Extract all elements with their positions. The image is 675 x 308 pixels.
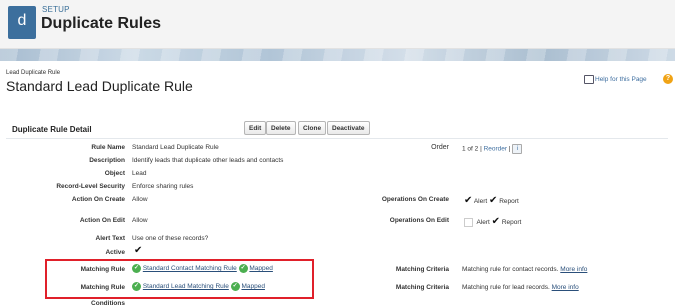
alert-text-label: Alert Text [95,235,126,242]
alert-unchecked-icon [464,217,473,227]
matching-criteria-value: Matching rule for contact records. More … [462,266,587,273]
order-position: 1 of 2 | [462,145,482,153]
section-title: Duplicate Rule Detail [12,125,92,134]
order-label: Order [431,144,449,151]
matching-criteria-value: Matching rule for lead records. More inf… [462,284,579,291]
report-option-label: Report [501,219,522,226]
conditions-label: Conditions [91,300,125,307]
section-divider [6,138,668,139]
rule-name-value: Standard Lead Duplicate Rule [132,144,219,151]
matching-rules-highlight [45,259,314,299]
record-level-security-value: Enforce sharing rules [132,183,194,190]
report-checkmark-icon: ✔ [491,216,501,227]
operations-on-create-value: ✔ Alert ✔ Report [464,195,519,206]
setup-label: SETUP [42,5,70,14]
report-checkmark-icon: ✔ [489,195,498,206]
action-on-edit-value: Allow [132,217,148,224]
matching-criteria-label: Matching Criteria [395,284,449,291]
delete-button[interactable]: Delete [266,121,296,135]
report-option-label: Report [499,198,519,205]
active-label: Active [105,249,125,256]
more-info-link[interactable]: More info [560,266,587,273]
printer-icon[interactable] [584,75,594,84]
action-on-create-value: Allow [132,196,148,203]
reorder-link[interactable]: Reorder [484,146,507,153]
edit-button[interactable]: Edit [244,121,267,135]
record-title: Standard Lead Duplicate Rule [6,78,193,94]
matching-criteria-label: Matching Criteria [395,266,449,273]
alert-option-label: Alert [473,198,488,205]
record-type-label: Lead Duplicate Rule [6,70,61,76]
matching-criteria-text: Matching rule for contact records. [462,266,559,273]
order-separator: | [508,145,511,153]
active-checkmark-icon: ✔ [134,245,143,256]
object-value: Lead [132,170,147,177]
alert-text-value: Use one of these records? [132,235,209,242]
operations-on-create-label: Operations On Create [381,196,449,203]
help-link-label: Help for this Page [595,76,647,84]
rule-name-label: Rule Name [91,144,125,151]
info-icon[interactable]: i [512,144,523,154]
record-level-security-label: Record-Level Security [56,183,125,190]
more-info-link[interactable]: More info [552,284,579,291]
action-on-create-label: Action On Create [71,196,125,203]
duplicate-rules-logo-icon: d [8,6,36,39]
alert-checkmark-icon: ✔ [464,195,473,206]
object-label: Object [104,170,125,177]
decorative-banner [0,49,675,61]
order-value: 1 of 2 | Reorder | i [462,144,523,154]
clone-button[interactable]: Clone [298,121,327,135]
matching-criteria-text: Matching rule for lead records. [462,284,550,291]
deactivate-button[interactable]: Deactivate [327,121,370,135]
description-label: Description [89,157,125,164]
action-on-edit-label: Action On Edit [79,217,125,224]
operations-on-edit-value: Alert ✔ Report [464,216,521,227]
alert-option-label: Alert [476,219,490,226]
description-value: Identify leads that duplicate other lead… [132,157,284,164]
help-for-this-page-link[interactable]: Help for this Page [584,75,647,84]
help-question-icon[interactable]: ? [663,74,673,84]
page-title: Duplicate Rules [41,15,162,32]
operations-on-edit-label: Operations On Edit [389,217,449,224]
setup-header: d SETUP Duplicate Rules [0,0,675,49]
